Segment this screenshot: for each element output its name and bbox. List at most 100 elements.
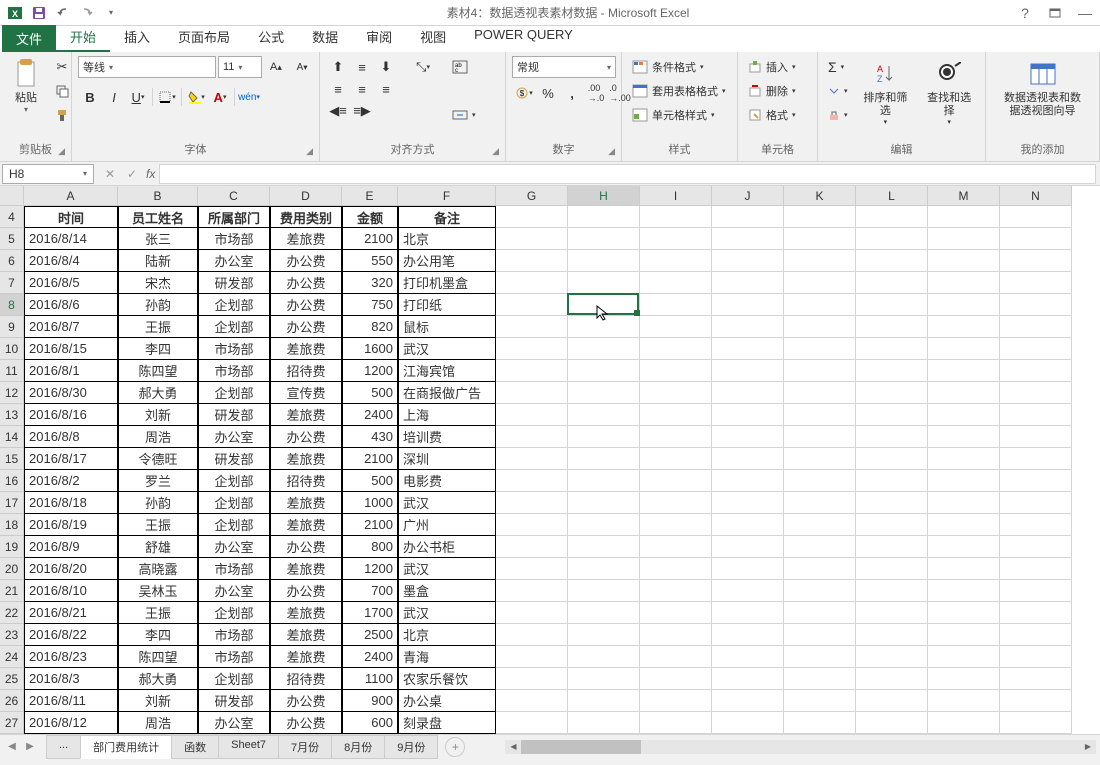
cell-M13[interactable] (928, 404, 1000, 426)
cell-K9[interactable] (784, 316, 856, 338)
cell-B18[interactable]: 王振 (118, 514, 198, 536)
cell-B27[interactable]: 周浩 (118, 712, 198, 734)
cell-C19[interactable]: 办公室 (198, 536, 270, 558)
column-header-D[interactable]: D (270, 186, 342, 206)
cell-A23[interactable]: 2016/8/22 (24, 624, 118, 646)
cell-B11[interactable]: 陈四望 (118, 360, 198, 382)
cell-H11[interactable] (568, 360, 640, 382)
cell-M9[interactable] (928, 316, 1000, 338)
font-launcher[interactable]: ◢ (306, 146, 313, 157)
cell-J11[interactable] (712, 360, 784, 382)
cell-E25[interactable]: 1100 (342, 668, 398, 690)
cell-A24[interactable]: 2016/8/23 (24, 646, 118, 668)
cell-I16[interactable] (640, 470, 712, 492)
cell-A21[interactable]: 2016/8/10 (24, 580, 118, 602)
cell-D5[interactable]: 差旅费 (270, 228, 342, 250)
sort-filter-button[interactable]: AZ 排序和筛选 ▾ (856, 56, 916, 128)
help-button[interactable]: ? (1014, 2, 1036, 24)
row-header-5[interactable]: 5 (0, 228, 24, 250)
cell-M15[interactable] (928, 448, 1000, 470)
cell-N4[interactable] (1000, 206, 1072, 228)
cell-C6[interactable]: 办公室 (198, 250, 270, 272)
cell-K11[interactable] (784, 360, 856, 382)
cell-E19[interactable]: 800 (342, 536, 398, 558)
cell-A8[interactable]: 2016/8/6 (24, 294, 118, 316)
cell-K13[interactable] (784, 404, 856, 426)
cell-N13[interactable] (1000, 404, 1072, 426)
cell-M12[interactable] (928, 382, 1000, 404)
cell-B20[interactable]: 高晓露 (118, 558, 198, 580)
cell-A25[interactable]: 2016/8/3 (24, 668, 118, 690)
cell-I20[interactable] (640, 558, 712, 580)
cell-L20[interactable] (856, 558, 928, 580)
cell-C4[interactable]: 所属部门 (198, 206, 270, 228)
cell-C27[interactable]: 办公室 (198, 712, 270, 734)
cell-F24[interactable]: 青海 (398, 646, 496, 668)
cell-C16[interactable]: 企划部 (198, 470, 270, 492)
accounting-format-button[interactable]: $▾ (512, 82, 536, 104)
cell-K15[interactable] (784, 448, 856, 470)
cell-G4[interactable] (496, 206, 568, 228)
cell-N25[interactable] (1000, 668, 1072, 690)
cell-G10[interactable] (496, 338, 568, 360)
cell-M5[interactable] (928, 228, 1000, 250)
copy-button[interactable] (50, 80, 74, 102)
cell-M16[interactable] (928, 470, 1000, 492)
cell-L12[interactable] (856, 382, 928, 404)
cell-A11[interactable]: 2016/8/1 (24, 360, 118, 382)
cell-G23[interactable] (496, 624, 568, 646)
cell-I27[interactable] (640, 712, 712, 734)
cell-E11[interactable]: 1200 (342, 360, 398, 382)
fill-color-button[interactable]: ▾ (184, 86, 208, 108)
formula-bar[interactable] (159, 164, 1096, 184)
cell-M26[interactable] (928, 690, 1000, 712)
row-header-24[interactable]: 24 (0, 646, 24, 668)
cell-C13[interactable]: 研发部 (198, 404, 270, 426)
cell-J27[interactable] (712, 712, 784, 734)
cell-E8[interactable]: 750 (342, 294, 398, 316)
cell-K22[interactable] (784, 602, 856, 624)
cell-L27[interactable] (856, 712, 928, 734)
cell-J18[interactable] (712, 514, 784, 536)
cell-A10[interactable]: 2016/8/15 (24, 338, 118, 360)
cell-G12[interactable] (496, 382, 568, 404)
cell-A12[interactable]: 2016/8/30 (24, 382, 118, 404)
cell-L23[interactable] (856, 624, 928, 646)
cell-G27[interactable] (496, 712, 568, 734)
cell-C18[interactable]: 企划部 (198, 514, 270, 536)
cancel-formula-button[interactable]: ✕ (100, 164, 120, 184)
cell-I10[interactable] (640, 338, 712, 360)
sheet-tab-3[interactable]: Sheet7 (218, 735, 279, 759)
cell-D9[interactable]: 办公费 (270, 316, 342, 338)
cell-L10[interactable] (856, 338, 928, 360)
cell-E12[interactable]: 500 (342, 382, 398, 404)
cell-H23[interactable] (568, 624, 640, 646)
cell-D12[interactable]: 宣传费 (270, 382, 342, 404)
cell-F15[interactable]: 深圳 (398, 448, 496, 470)
cell-G20[interactable] (496, 558, 568, 580)
cell-H9[interactable] (568, 316, 640, 338)
cell-L16[interactable] (856, 470, 928, 492)
tab-公式[interactable]: 公式 (244, 23, 298, 52)
cell-H25[interactable] (568, 668, 640, 690)
cell-F9[interactable]: 鼠标 (398, 316, 496, 338)
cell-J6[interactable] (712, 250, 784, 272)
cell-D8[interactable]: 办公费 (270, 294, 342, 316)
cell-F4[interactable]: 备注 (398, 206, 496, 228)
cell-B13[interactable]: 刘新 (118, 404, 198, 426)
cell-M7[interactable] (928, 272, 1000, 294)
cell-C15[interactable]: 研发部 (198, 448, 270, 470)
cell-N11[interactable] (1000, 360, 1072, 382)
cell-J24[interactable] (712, 646, 784, 668)
cell-L19[interactable] (856, 536, 928, 558)
cell-K19[interactable] (784, 536, 856, 558)
cell-C25[interactable]: 企划部 (198, 668, 270, 690)
cell-I6[interactable] (640, 250, 712, 272)
cell-D23[interactable]: 差旅费 (270, 624, 342, 646)
cell-H13[interactable] (568, 404, 640, 426)
cell-A17[interactable]: 2016/8/18 (24, 492, 118, 514)
find-select-button[interactable]: 查找和选择 ▾ (919, 56, 979, 128)
row-header-11[interactable]: 11 (0, 360, 24, 382)
font-color-button[interactable]: A▾ (208, 86, 232, 108)
cell-F12[interactable]: 在商报做广告 (398, 382, 496, 404)
